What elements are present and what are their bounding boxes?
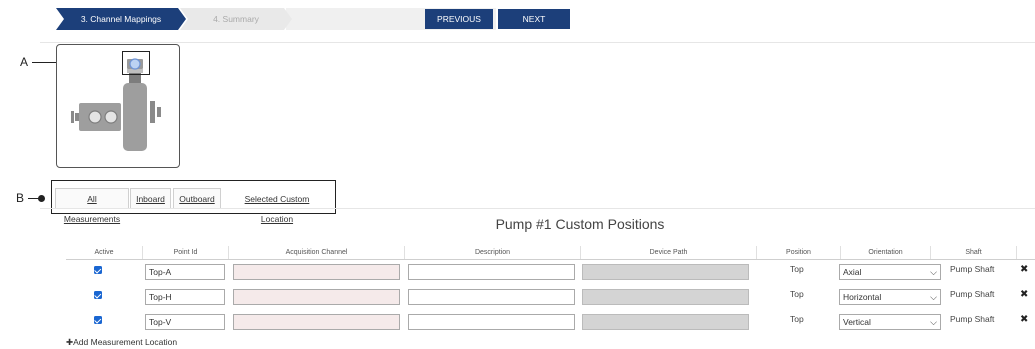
- divider: [40, 42, 1035, 43]
- pump-illustration: [71, 58, 161, 151]
- selected-location-box[interactable]: [122, 51, 150, 75]
- device-path-field: [582, 264, 749, 280]
- point-id-input[interactable]: Top-H: [145, 289, 225, 305]
- table-header: Active Point Id Acquisition Channel Desc…: [66, 246, 1035, 260]
- device-path-field: [582, 289, 749, 305]
- point-id-input[interactable]: Top-V: [145, 314, 225, 330]
- description-input[interactable]: [408, 264, 575, 280]
- add-location-label: Add Measurement Location: [73, 337, 178, 347]
- acquisition-channel-input[interactable]: [233, 314, 400, 330]
- previous-button[interactable]: PREVIOUS: [425, 9, 493, 29]
- orientation-select[interactable]: Axial ⌵: [839, 264, 941, 280]
- tab-all-measurements[interactable]: All Measurements: [55, 188, 129, 224]
- orientation-value: Horizontal: [843, 292, 882, 302]
- header-point-id: Point Id: [142, 246, 228, 259]
- tab-inboard[interactable]: Inboard: [130, 188, 171, 208]
- device-path-field: [582, 314, 749, 330]
- active-checkbox[interactable]: [94, 266, 102, 274]
- chevron-down-icon: ⌵: [930, 292, 937, 302]
- callout-b-label: B: [16, 191, 25, 205]
- header-shaft: Shaft: [930, 246, 1016, 259]
- acquisition-channel-input[interactable]: [233, 289, 400, 305]
- shaft-value: Pump Shaft: [950, 264, 995, 274]
- divider: [40, 208, 1035, 209]
- table-row: Top-V Top Vertical ⌵ Pump Shaft ✖: [66, 312, 1035, 336]
- tab-selected-custom-location[interactable]: Selected Custom Location: [224, 188, 330, 224]
- chevron-down-icon: ⌵: [930, 317, 937, 327]
- section-title: Pump #1 Custom Positions: [495, 216, 665, 232]
- add-measurement-location-link[interactable]: ✚Add Measurement Location: [66, 337, 177, 348]
- position-value: Top: [790, 264, 804, 274]
- description-input[interactable]: [408, 314, 575, 330]
- shaft-value: Pump Shaft: [950, 314, 995, 324]
- next-button[interactable]: NEXT: [498, 9, 570, 29]
- header-position: Position: [756, 246, 840, 259]
- point-id-input[interactable]: Top-A: [145, 264, 225, 280]
- description-input[interactable]: [408, 289, 575, 305]
- header-device-path: Device Path: [580, 246, 756, 259]
- position-value: Top: [790, 289, 804, 299]
- header-description: Description: [404, 246, 580, 259]
- orientation-select[interactable]: Horizontal ⌵: [839, 289, 941, 305]
- active-checkbox[interactable]: [94, 291, 102, 299]
- orientation-value: Axial: [843, 267, 862, 277]
- active-checkbox[interactable]: [94, 316, 102, 324]
- orientation-value: Vertical: [843, 317, 871, 327]
- delete-icon[interactable]: ✖: [1020, 264, 1028, 275]
- callout-b-dot: [38, 194, 45, 202]
- header-active: Active: [94, 249, 114, 256]
- position-value: Top: [790, 314, 804, 324]
- delete-icon[interactable]: ✖: [1020, 314, 1028, 325]
- machine-diagram: [56, 44, 180, 168]
- wizard-step-channel-mappings[interactable]: 3. Channel Mappings: [56, 8, 186, 30]
- header-orientation: Orientation: [840, 246, 930, 259]
- callout-a-label: A: [20, 55, 29, 69]
- shaft-value: Pump Shaft: [950, 289, 995, 299]
- header-actions: [1016, 246, 1035, 259]
- wizard-steps: 4. Summary 3. Channel Mappings: [56, 8, 496, 30]
- orientation-select[interactable]: Vertical ⌵: [839, 314, 941, 330]
- table-row: Top-A Top Axial ⌵ Pump Shaft ✖: [66, 262, 1035, 286]
- header-acquisition-channel: Acquisition Channel: [228, 246, 404, 259]
- acquisition-channel-input[interactable]: [233, 264, 400, 280]
- table-row: Top-H Top Horizontal ⌵ Pump Shaft ✖: [66, 287, 1035, 311]
- wizard-step-summary[interactable]: 4. Summary: [180, 8, 292, 30]
- chevron-down-icon: ⌵: [930, 267, 937, 277]
- delete-icon[interactable]: ✖: [1020, 289, 1028, 300]
- tab-outboard[interactable]: Outboard: [173, 188, 221, 208]
